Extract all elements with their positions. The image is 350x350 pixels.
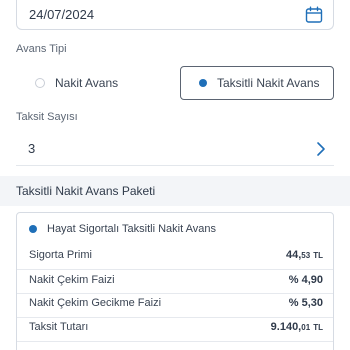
package-header: Taksitli Nakit Avans Paketi — [0, 176, 350, 206]
row-cash-withdrawal-interest: Nakit Çekim Faizi % 4,90 — [29, 270, 323, 290]
row-value: % 4,90 — [288, 274, 323, 286]
date-value: 24/07/2024 — [29, 7, 95, 22]
date-field[interactable]: 24/07/2024 — [16, 0, 334, 30]
row-insurance-premium: Sigorta Primi 44,53 TL — [29, 245, 323, 265]
radio-unselected-icon — [35, 78, 45, 88]
radio-selected-icon — [199, 79, 207, 87]
radio-taksitli-nakit-avans[interactable]: Taksitli Nakit Avans — [180, 66, 334, 100]
row-value: 9.140,01 TL — [270, 321, 323, 333]
row-value: 44,53 TL — [285, 249, 323, 261]
installment-count-label: Taksit Sayısı — [16, 111, 78, 123]
package-card-title-text: Hayat Sigortalı Taksitli Nakit Avans — [47, 223, 216, 235]
radio-label: Nakit Avans — [55, 76, 119, 90]
advance-type-label: Avans Tipi — [16, 43, 67, 55]
row-label: Sigorta Primi — [29, 249, 92, 261]
installment-count-value: 3 — [28, 141, 36, 156]
cash-advance-form: 24/07/2024 Avans Tipi Nakit Avans Taksit… — [0, 0, 350, 350]
calendar-icon[interactable] — [305, 6, 323, 24]
bullet-icon — [29, 225, 37, 233]
row-late-interest: Nakit Çekim Gecikme Faizi % 5,30 — [29, 293, 323, 313]
installment-count-select[interactable]: 3 — [16, 132, 334, 166]
radio-label: Taksitli Nakit Avans — [217, 76, 320, 90]
radio-nakit-avans[interactable]: Nakit Avans — [16, 66, 164, 100]
package-card: Hayat Sigortalı Taksitli Nakit Avans Sig… — [16, 212, 334, 350]
divider — [17, 341, 333, 342]
row-label: Nakit Çekim Faizi — [29, 274, 115, 286]
row-installment-amount: Taksit Tutarı 9.140,01 TL — [29, 317, 323, 337]
chevron-right-icon — [316, 141, 326, 157]
package-card-title: Hayat Sigortalı Taksitli Nakit Avans — [29, 223, 216, 235]
row-label: Taksit Tutarı — [29, 321, 89, 333]
row-value: % 5,30 — [288, 297, 323, 309]
row-label: Nakit Çekim Gecikme Faizi — [29, 297, 162, 309]
